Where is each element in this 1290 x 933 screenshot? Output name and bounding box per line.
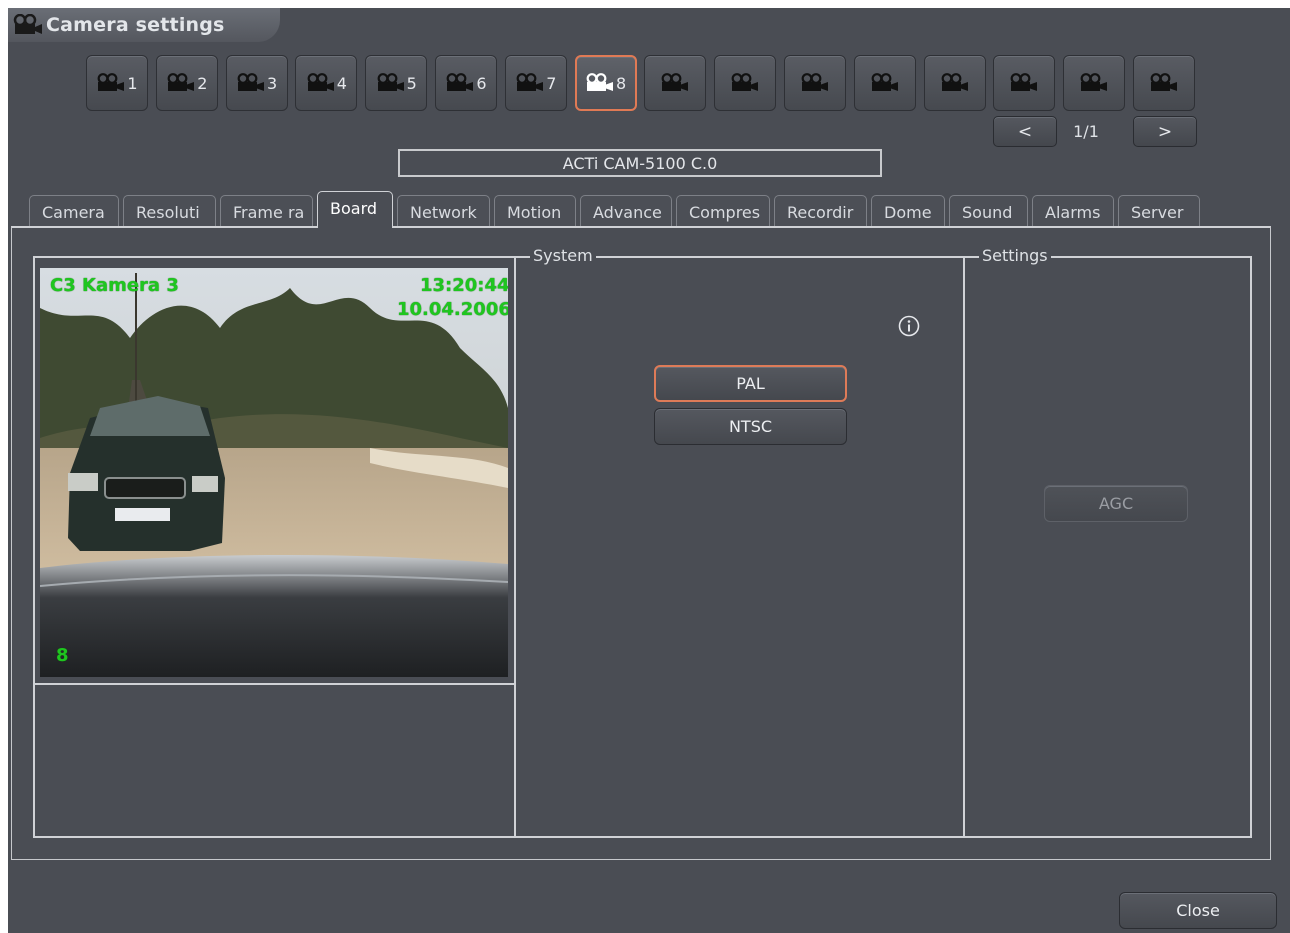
camera-icon bbox=[1009, 73, 1039, 93]
tab-compres[interactable]: Compres bbox=[676, 195, 770, 226]
close-button[interactable]: Close bbox=[1119, 892, 1277, 929]
camera-button[interactable] bbox=[714, 55, 777, 111]
camera-icon bbox=[236, 73, 266, 93]
camera-icon bbox=[306, 73, 336, 93]
camera-button[interactable]: 4 bbox=[295, 55, 358, 111]
camera-button[interactable]: 3 bbox=[225, 55, 288, 111]
camera-button[interactable]: 2 bbox=[155, 55, 218, 111]
prev-page-button[interactable]: < bbox=[993, 116, 1057, 147]
camera-button-number: 1 bbox=[127, 73, 138, 93]
camera-icon bbox=[660, 73, 690, 93]
camera-icon bbox=[730, 73, 760, 93]
pal-button[interactable]: PAL bbox=[654, 365, 847, 402]
tab-server[interactable]: Server bbox=[1118, 195, 1200, 226]
next-page-button[interactable]: > bbox=[1133, 116, 1197, 147]
camera-button-number: 5 bbox=[406, 73, 417, 93]
camera-button[interactable] bbox=[644, 55, 707, 111]
divider bbox=[514, 256, 516, 838]
camera-icon bbox=[376, 73, 406, 93]
tab-alarms[interactable]: Alarms bbox=[1032, 195, 1114, 226]
camera-button[interactable]: 5 bbox=[365, 55, 428, 111]
camera-icon bbox=[515, 73, 545, 93]
tab-camera[interactable]: Camera bbox=[29, 195, 119, 226]
tab-network[interactable]: Network bbox=[397, 195, 490, 226]
camera-button-number: 6 bbox=[476, 73, 487, 93]
camera-button-number: 8 bbox=[616, 73, 627, 93]
camera-icon bbox=[445, 73, 475, 93]
preview-camera-label: C3 Kamera 3 bbox=[50, 275, 179, 296]
page-indicator: 1/1 bbox=[1073, 122, 1099, 141]
tab-dome[interactable]: Dome bbox=[871, 195, 945, 226]
camera-button-number: 3 bbox=[267, 73, 278, 93]
preview-time: 13:20:44 bbox=[420, 275, 508, 296]
camera-button[interactable] bbox=[853, 55, 916, 111]
tab-framera[interactable]: Frame ra bbox=[220, 195, 313, 226]
agc-button[interactable]: AGC bbox=[1044, 485, 1188, 522]
camera-icon bbox=[870, 73, 900, 93]
camera-button[interactable] bbox=[993, 55, 1056, 111]
title-bar: Camera settings bbox=[8, 8, 280, 42]
camera-icon bbox=[12, 13, 46, 37]
info-icon[interactable] bbox=[898, 315, 920, 337]
tab-sound[interactable]: Sound bbox=[949, 195, 1028, 226]
camera-icon bbox=[1079, 73, 1109, 93]
camera-icon bbox=[1149, 73, 1179, 93]
tab-board[interactable]: Board bbox=[317, 191, 393, 228]
window-title: Camera settings bbox=[46, 14, 225, 36]
camera-button-number: 4 bbox=[336, 73, 347, 93]
camera-button[interactable]: 8 bbox=[574, 55, 637, 111]
preview-date: 10.04.2006 bbox=[397, 299, 508, 320]
camera-preview-image: C3 Kamera 3 13:20:44 10.04.2006 8 bbox=[40, 268, 508, 677]
tab-advance[interactable]: Advance bbox=[580, 195, 672, 226]
camera-button[interactable]: 6 bbox=[435, 55, 497, 111]
camera-icon bbox=[940, 73, 970, 93]
camera-button[interactable]: 1 bbox=[86, 55, 148, 111]
ntsc-button[interactable]: NTSC bbox=[654, 408, 847, 445]
camera-button-number: 2 bbox=[197, 73, 208, 93]
camera-button[interactable] bbox=[784, 55, 846, 111]
camera-icon bbox=[166, 73, 196, 93]
camera-preview: C3 Kamera 3 13:20:44 10.04.2006 8 bbox=[35, 258, 514, 685]
camera-model-field: ACTi CAM-5100 C.0 bbox=[398, 149, 882, 177]
camera-button[interactable]: 7 bbox=[504, 55, 567, 111]
system-group-title: System bbox=[530, 246, 596, 265]
camera-button[interactable] bbox=[1133, 55, 1195, 111]
camera-icon bbox=[585, 73, 615, 93]
settings-group-title: Settings bbox=[979, 246, 1051, 265]
camera-button[interactable] bbox=[923, 55, 986, 111]
divider bbox=[963, 256, 965, 838]
tab-recordir[interactable]: Recordir bbox=[774, 195, 867, 226]
camera-button-number: 7 bbox=[546, 73, 557, 93]
camera-icon bbox=[96, 73, 126, 93]
camera-button[interactable] bbox=[1063, 55, 1126, 111]
tab-motion[interactable]: Motion bbox=[494, 195, 576, 226]
camera-icon bbox=[800, 73, 830, 93]
preview-channel: 8 bbox=[56, 645, 69, 666]
tab-resoluti[interactable]: Resoluti bbox=[123, 195, 216, 226]
